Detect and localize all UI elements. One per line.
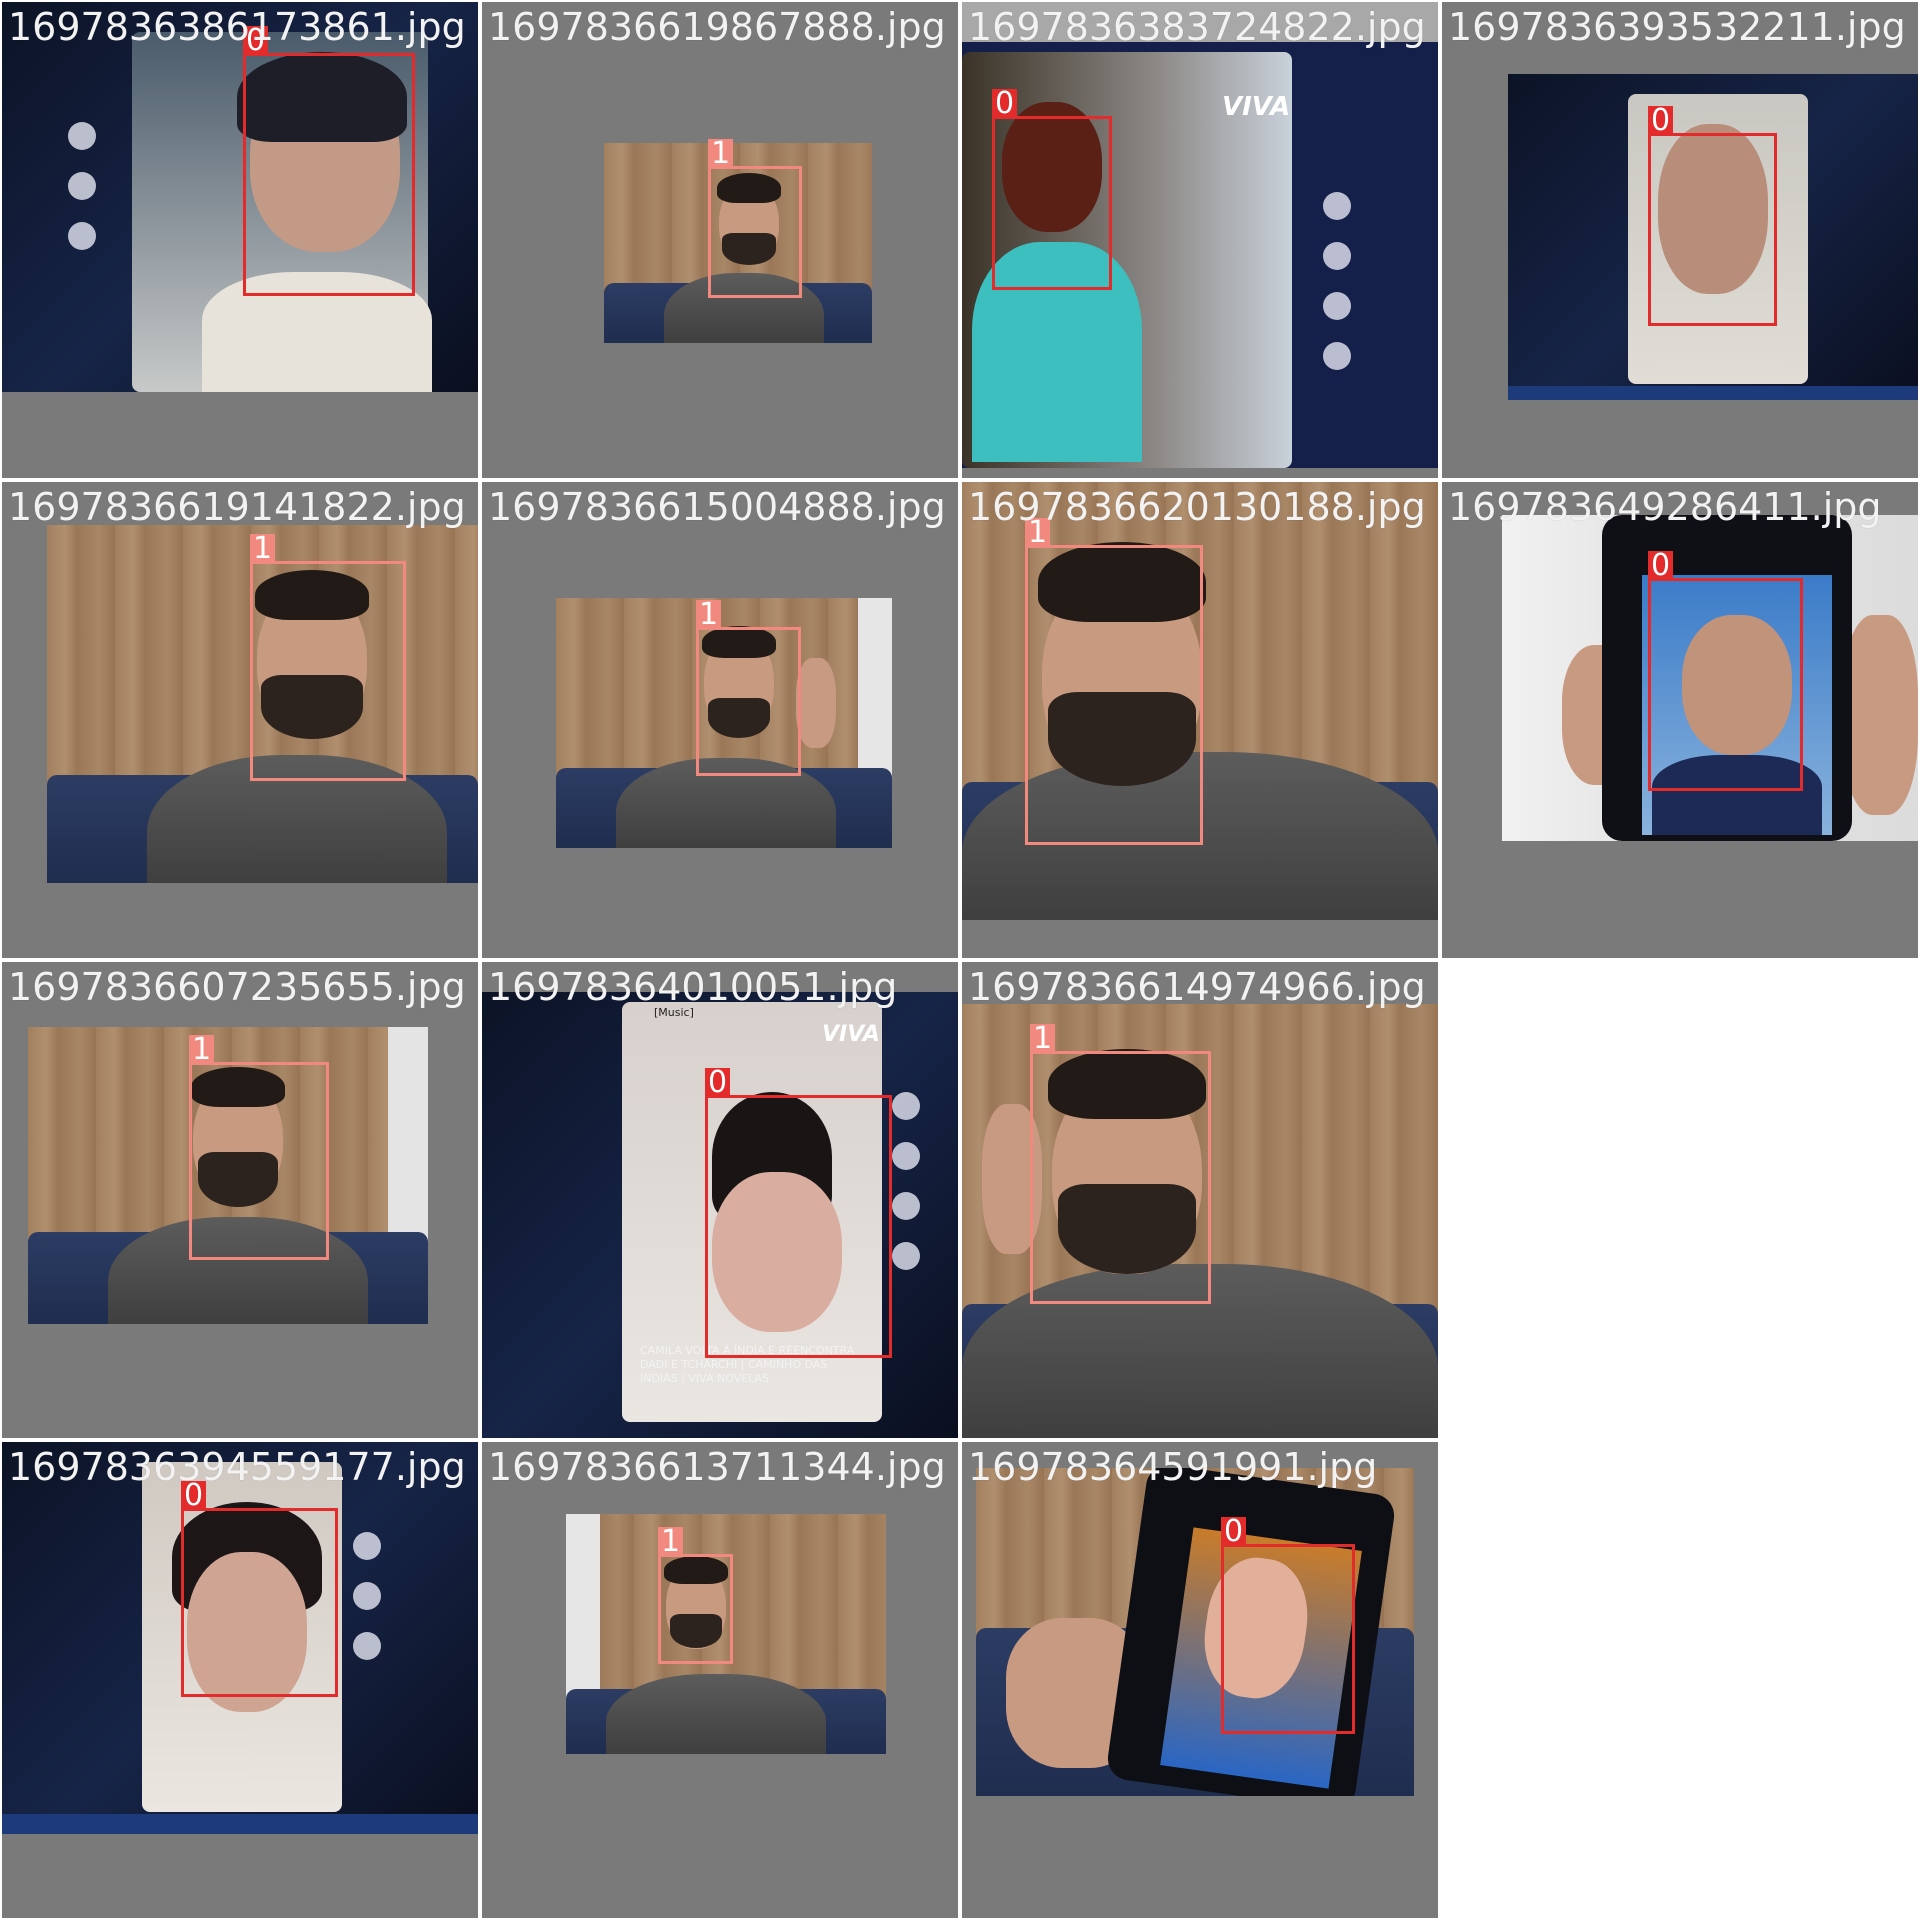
detection-box: 1: [696, 600, 801, 776]
like-icon: [353, 1532, 381, 1560]
tile-filename: 1697836619141822.jpg: [8, 485, 466, 529]
caption-line: ÍNDIAS | VIVA NOVELAS: [640, 1372, 770, 1385]
tile-filename: 1697836394559177.jpg: [8, 1445, 466, 1489]
grid-tile[interactable]: 1 1697836607235655.jpg: [2, 962, 478, 1438]
detection-label: 1: [696, 600, 722, 630]
side-icons: [886, 1092, 926, 1292]
grid-tile[interactable]: 1 1697836619867888.jpg: [482, 2, 958, 478]
side-icons: [347, 1532, 387, 1682]
detection-box: 1: [658, 1527, 733, 1664]
like-icon: [892, 1092, 920, 1120]
side-icons: [62, 122, 102, 272]
grid-tile[interactable]: 0 169783649286411.jpg: [1442, 482, 1918, 958]
hand: [1842, 615, 1918, 815]
detection-box: 0: [181, 1481, 338, 1697]
detection-box: 1: [250, 534, 406, 781]
grid-tile[interactable]: 1 1697836613711344.jpg: [482, 1442, 958, 1918]
grid-tile[interactable]: 0 1697836394559177.jpg: [2, 1442, 478, 1918]
tile-filename: 1697836613711344.jpg: [488, 1445, 946, 1489]
comment-icon: [1323, 292, 1351, 320]
detection-box: 1: [1030, 1024, 1211, 1304]
comment-icon: [892, 1192, 920, 1220]
caption-line: DADI E TCHARCHI | CAMINHO DAS: [640, 1358, 828, 1371]
detection-box: 0: [1648, 106, 1777, 326]
grid-tile[interactable]: 0 16978364591991.jpg: [962, 1442, 1438, 1918]
tile-filename: 1697836615004888.jpg: [488, 485, 946, 529]
detection-box: 1: [189, 1035, 329, 1260]
detection-box: 0: [705, 1068, 892, 1358]
tile-filename: 169783649286411.jpg: [1448, 485, 1882, 529]
tile-filename: 1697836620130188.jpg: [968, 485, 1426, 529]
tile-filename: 1697836393532211.jpg: [1448, 5, 1906, 49]
detection-label: 1: [189, 1035, 215, 1065]
taskbar: [2, 1814, 478, 1834]
detection-label: 1: [1030, 1024, 1056, 1054]
grid-tile[interactable]: 1 1697836619141822.jpg: [2, 482, 478, 958]
tile-filename: 1697836607235655.jpg: [8, 965, 466, 1009]
dislike-icon: [892, 1142, 920, 1170]
tile-filename: 1697836386173861.jpg: [8, 5, 466, 49]
detection-label: 0: [1221, 1517, 1247, 1547]
tile-filename: 16978364591991.jpg: [968, 1445, 1378, 1489]
share-icon: [1323, 342, 1351, 370]
detection-box: 0: [992, 89, 1112, 290]
grid-tile[interactable]: 1 1697836614974966.jpg: [962, 962, 1438, 1438]
dislike-icon: [68, 172, 96, 200]
tile-filename: 1697836383724822.jpg: [968, 5, 1426, 49]
grid-tile[interactable]: 0 1697836386173861.jpg: [2, 2, 478, 478]
tile-filename: 1697836619867888.jpg: [488, 5, 946, 49]
grid-tile[interactable]: VIVA 0 1697836383724822.jpg: [962, 2, 1438, 478]
detection-box: 1: [708, 139, 802, 298]
side-icons: [1317, 192, 1357, 392]
detection-label: 1: [708, 139, 734, 169]
like-icon: [68, 122, 96, 150]
detection-label: 0: [1648, 551, 1674, 581]
detection-label: 1: [658, 1527, 684, 1557]
comment-icon: [68, 222, 96, 250]
grid-tile[interactable]: 1 1697836615004888.jpg: [482, 482, 958, 958]
grid-tile[interactable]: 0 1697836393532211.jpg: [1442, 2, 1918, 478]
detection-label: 0: [992, 89, 1018, 119]
grid-tile[interactable]: 1 1697836620130188.jpg: [962, 482, 1438, 958]
share-icon: [892, 1242, 920, 1270]
dislike-icon: [1323, 242, 1351, 270]
dislike-icon: [353, 1582, 381, 1610]
detection-label: 0: [1648, 106, 1674, 136]
detection-box: 1: [1025, 518, 1203, 845]
detection-box: 0: [1221, 1517, 1355, 1734]
tile-filename: 1697836614974966.jpg: [968, 965, 1426, 1009]
grid-tile[interactable]: [Music] VIVA CAMILA VOLTA À ÍNDIA E REEN…: [482, 962, 958, 1438]
detection-box: 0: [1648, 551, 1803, 791]
like-icon: [1323, 192, 1351, 220]
detection-box: 0: [243, 26, 415, 296]
image-grid: 0 1697836386173861.jpg 1 169783661986788…: [0, 0, 1920, 1920]
tile-filename: 16978364010051.jpg: [488, 965, 898, 1009]
taskbar: [1508, 386, 1918, 400]
brand-logo: VIVA: [822, 1022, 880, 1047]
detection-label: 1: [250, 534, 276, 564]
jacket: [606, 1674, 826, 1754]
hand: [796, 658, 836, 748]
detection-label: 0: [705, 1068, 731, 1098]
comment-icon: [353, 1632, 381, 1660]
brand-logo: VIVA: [1222, 92, 1291, 122]
